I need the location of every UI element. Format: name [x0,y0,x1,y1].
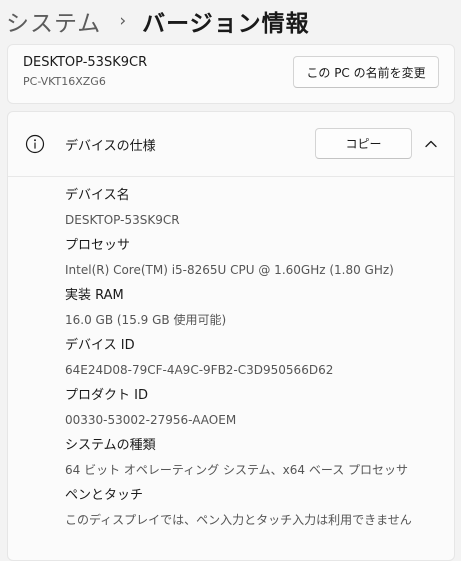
spec-value: 64 ビット オペレーティング システム、x64 ベース プロセッサ [65,463,409,477]
device-specs-header[interactable]: デバイスの仕様 コピー [8,112,454,177]
spec-label: システムの種類 [65,438,156,453]
breadcrumb: システム › バージョン情報 [0,0,461,42]
spec-label: ペンとタッチ [65,488,144,503]
device-name: DESKTOP-53SK9CR [23,55,148,70]
spec-label: プロセッサ [65,238,131,253]
breadcrumb-separator-icon: › [119,11,127,31]
spec-row-device-id: デバイス ID 64E24D08-79CF-4A9C-9FB2-C3D95056… [65,333,450,383]
spec-label: デバイス名 [65,188,130,203]
info-icon [25,134,45,154]
copy-button[interactable]: コピー [315,128,412,159]
device-specs-card: デバイスの仕様 コピー デバイス名 DESKTOP-53SK9CR プロセッサ … [7,111,455,561]
rename-pc-button[interactable]: この PC の名前を変更 [293,56,439,88]
page-title: バージョン情報 [142,11,310,37]
spec-value: Intel(R) Core(TM) i5-8265U CPU @ 1.60GHz… [65,263,394,277]
spec-row-device-name: デバイス名 DESKTOP-53SK9CR [65,183,450,233]
breadcrumb-parent[interactable]: システム [6,4,101,38]
spec-row-pen-touch: ペンとタッチ このディスプレイでは、ペン入力とタッチ入力は利用できません [65,483,450,533]
spec-label: プロダクト ID [65,388,148,403]
spec-row-system-type: システムの種類 64 ビット オペレーティング システム、x64 ベース プロセ… [65,433,450,483]
device-specs-title: デバイスの仕様 [65,139,156,154]
spec-value: 16.0 GB (15.9 GB 使用可能) [65,313,227,327]
spec-label: デバイス ID [65,338,135,353]
spec-row-ram: 実装 RAM 16.0 GB (15.9 GB 使用可能) [65,283,450,333]
spec-label: 実装 RAM [65,288,124,303]
chevron-up-icon[interactable] [423,136,439,152]
spec-value: 64E24D08-79CF-4A9C-9FB2-C3D950566D62 [65,363,334,377]
spec-row-processor: プロセッサ Intel(R) Core(TM) i5-8265U CPU @ 1… [65,233,450,283]
spec-list: デバイス名 DESKTOP-53SK9CR プロセッサ Intel(R) Cor… [65,183,450,533]
device-model: PC-VKT16XZG6 [23,75,106,88]
spec-row-product-id: プロダクト ID 00330-53002-27956-AAOEM [65,383,450,433]
spec-value: このディスプレイでは、ペン入力とタッチ入力は利用できません [65,513,412,527]
spec-value: 00330-53002-27956-AAOEM [65,413,237,427]
device-name-card: DESKTOP-53SK9CR PC-VKT16XZG6 この PC の名前を変… [7,44,455,104]
spec-value: DESKTOP-53SK9CR [65,213,180,227]
